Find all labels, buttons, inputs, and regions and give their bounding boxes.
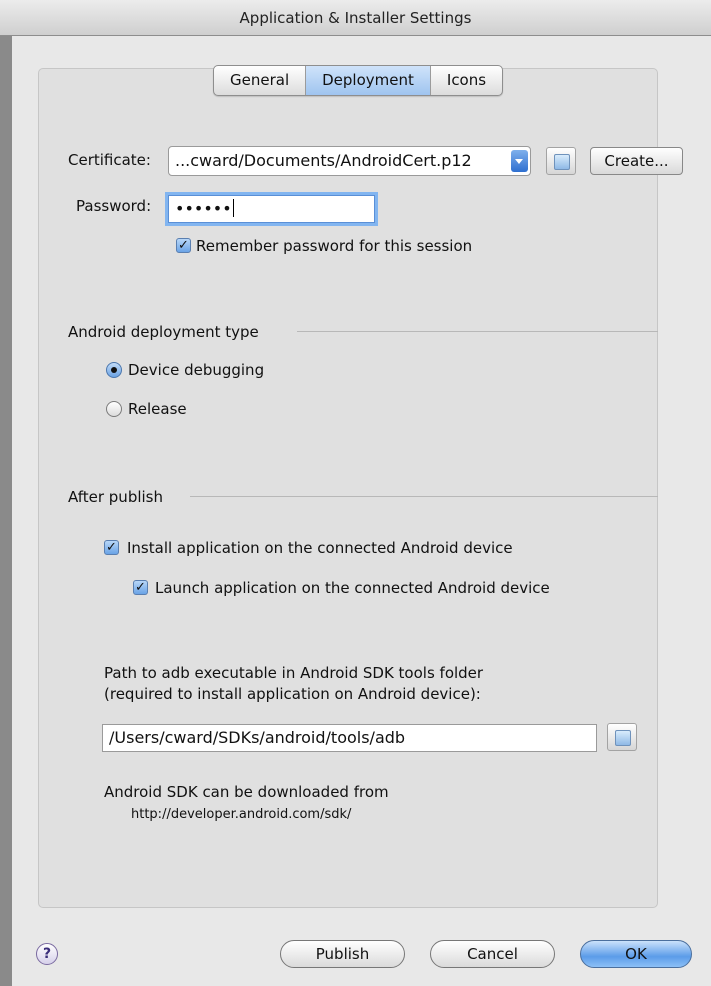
adb-path-sublabel: (required to install application on Andr… xyxy=(104,685,481,703)
remember-password-label: Remember password for this session xyxy=(196,237,473,255)
deployment-type-heading: Android deployment type xyxy=(68,323,259,341)
launch-app-checkbox[interactable]: ✓ xyxy=(133,580,148,595)
window-edge xyxy=(0,36,12,986)
launch-app-label: Launch application on the connected Andr… xyxy=(155,579,550,597)
tab-deployment[interactable]: Deployment xyxy=(306,66,431,95)
after-publish-heading: After publish xyxy=(68,488,163,506)
install-app-checkbox[interactable]: ✓ xyxy=(104,540,119,555)
remember-password-checkbox[interactable]: ✓ xyxy=(176,238,191,253)
publish-button[interactable]: Publish xyxy=(280,940,405,968)
create-button[interactable]: Create... xyxy=(590,147,683,175)
certificate-value: ...cward/Documents/AndroidCert.p12 xyxy=(175,151,472,170)
ok-button[interactable]: OK xyxy=(580,940,692,968)
certificate-popup[interactable]: ...cward/Documents/AndroidCert.p12 xyxy=(168,146,531,176)
release-label: Release xyxy=(128,400,187,418)
cancel-button[interactable]: Cancel xyxy=(430,940,555,968)
adb-path-input[interactable]: /Users/cward/SDKs/android/tools/adb xyxy=(102,724,597,752)
checkmark-icon: ✓ xyxy=(178,238,189,253)
help-icon[interactable]: ? xyxy=(36,943,58,965)
adb-browse-folder-icon[interactable] xyxy=(607,723,637,751)
certificate-browse-folder-icon[interactable] xyxy=(546,147,576,175)
password-field[interactable]: •••••• xyxy=(168,195,375,223)
install-app-label: Install application on the connected And… xyxy=(127,539,513,557)
release-radio[interactable] xyxy=(106,401,122,417)
sdk-info-text: Android SDK can be downloaded from xyxy=(104,783,389,801)
popup-arrow-icon xyxy=(511,150,528,172)
tab-bar: General Deployment Icons xyxy=(213,65,504,96)
checkmark-icon: ✓ xyxy=(106,540,117,555)
checkmark-icon: ✓ xyxy=(135,580,146,595)
adb-path-label: Path to adb executable in Android SDK to… xyxy=(104,664,484,682)
device-debugging-label: Device debugging xyxy=(128,361,265,379)
tab-general[interactable]: General xyxy=(214,66,307,95)
password-value: •••••• xyxy=(175,199,232,218)
tab-icons[interactable]: Icons xyxy=(431,66,502,95)
certificate-label: Certificate: xyxy=(68,151,151,169)
window-title: Application & Installer Settings xyxy=(0,0,711,36)
device-debugging-radio[interactable] xyxy=(106,362,122,378)
password-label: Password: xyxy=(76,197,152,215)
divider xyxy=(190,496,658,497)
divider xyxy=(297,331,658,332)
sdk-download-link[interactable]: http://developer.android.com/sdk/ xyxy=(131,807,351,822)
text-caret xyxy=(232,199,234,217)
